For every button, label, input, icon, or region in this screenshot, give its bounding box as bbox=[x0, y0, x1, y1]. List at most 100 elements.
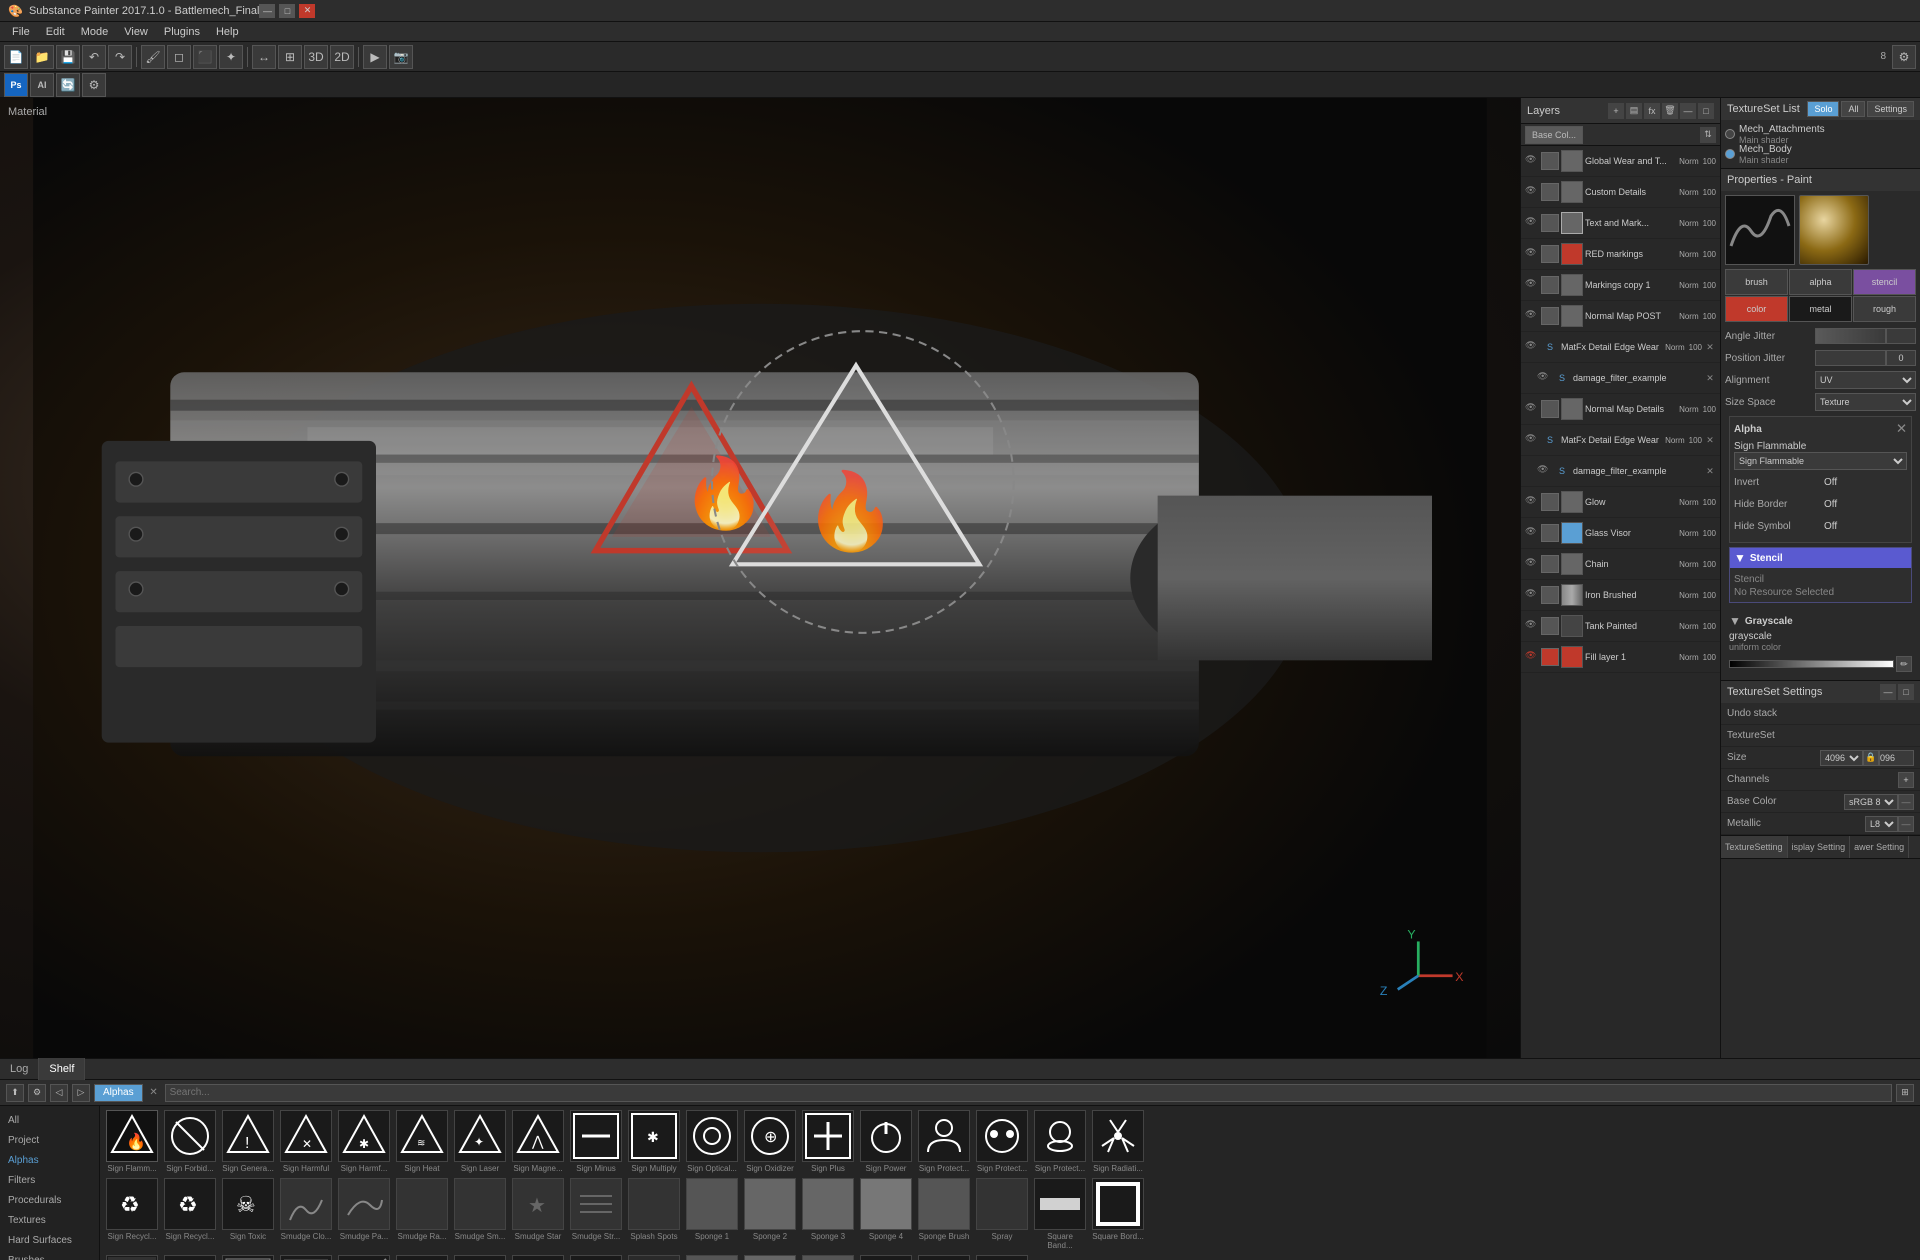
filter-base-col[interactable]: Base Col... bbox=[1525, 126, 1583, 144]
layer-eye[interactable]: 👁 bbox=[1525, 185, 1539, 199]
channel-color-btn[interactable]: color bbox=[1725, 296, 1788, 322]
shelf-item-sign-recycl1[interactable]: ♻ Sign Recycl... bbox=[104, 1178, 160, 1251]
layer-eye[interactable]: 👁 bbox=[1525, 247, 1539, 261]
channel-brush-btn[interactable]: brush bbox=[1725, 269, 1788, 295]
layer-eye[interactable]: 👁 bbox=[1525, 216, 1539, 230]
prop-alignment-dropdown[interactable]: UV bbox=[1815, 371, 1916, 389]
tb-3d[interactable]: 3D bbox=[304, 45, 328, 69]
shelf-item-sign-multiply[interactable]: ✱ Sign Multiply bbox=[626, 1110, 682, 1174]
tb-transform[interactable]: ↔ bbox=[252, 45, 276, 69]
textureset-mech-attachments[interactable]: Mech_Attachments Main shader bbox=[1725, 124, 1916, 144]
shelf-item-square-bord[interactable]: Square Bord... bbox=[1090, 1178, 1146, 1251]
tb-camera[interactable]: 📷 bbox=[389, 45, 413, 69]
shelf-item-sign-toxic[interactable]: ☠ Sign Toxic bbox=[220, 1178, 276, 1251]
layer-text-mark[interactable]: 👁 Text and Mark... Norm 100 bbox=[1521, 208, 1720, 239]
ts-solo-btn[interactable]: Solo bbox=[1807, 101, 1839, 117]
tb-fill[interactable]: ⬛ bbox=[193, 45, 217, 69]
ts-lock-btn[interactable]: 🔒 bbox=[1863, 750, 1879, 766]
layer-damage-filter[interactable]: 👁 S damage_filter_example ✕ bbox=[1521, 363, 1720, 394]
layer-matfx-edge2[interactable]: 👁 S MatFx Detail Edge Wear Norm 100 ✕ bbox=[1521, 425, 1720, 456]
shelf-cat-all[interactable]: All bbox=[0, 1110, 99, 1130]
layer-fill-1[interactable]: 👁 Fill layer 1 Norm 100 bbox=[1521, 642, 1720, 673]
shelf-item-star1[interactable]: ☆ bbox=[858, 1255, 914, 1260]
shelf-item-pattern6[interactable] bbox=[394, 1255, 450, 1260]
layer-del[interactable]: ✕ bbox=[1704, 465, 1716, 477]
tb-paint[interactable]: 🖌 bbox=[141, 45, 165, 69]
tb-new[interactable]: 📄 bbox=[4, 45, 28, 69]
shelf-item-pattern3[interactable] bbox=[220, 1255, 276, 1260]
shelf-item-pattern9[interactable] bbox=[568, 1255, 624, 1260]
shelf-item-square-band[interactable]: Square Band... bbox=[1032, 1178, 1088, 1251]
tb2-ps[interactable]: Ps bbox=[4, 73, 28, 97]
filter-sort-btn[interactable]: ⇅ bbox=[1700, 127, 1716, 143]
layer-normal-post[interactable]: 👁 Normal Map POST Norm 100 bbox=[1521, 301, 1720, 332]
shelf-item-sign-flamm[interactable]: 🔥 Sign Flamm... bbox=[104, 1110, 160, 1174]
ts-base-color-del-btn[interactable]: — bbox=[1898, 794, 1914, 810]
shelf-item-star2[interactable]: ✦ bbox=[916, 1255, 972, 1260]
shelf-tab-log[interactable]: Log bbox=[0, 1058, 39, 1080]
layer-normal-details[interactable]: 👁 Normal Map Details Norm 100 bbox=[1521, 394, 1720, 425]
tb-open[interactable]: 📁 bbox=[30, 45, 54, 69]
textureset-header[interactable]: TextureSet List Solo All Settings bbox=[1721, 98, 1920, 120]
ts-settings-max-btn[interactable]: □ bbox=[1898, 684, 1914, 700]
shelf-item-sign-heat[interactable]: ≋ Sign Heat bbox=[394, 1110, 450, 1174]
shelf-item-pattern2[interactable] bbox=[162, 1255, 218, 1260]
menu-file[interactable]: File bbox=[4, 22, 38, 42]
viewport[interactable]: 🔥 🔥 bbox=[0, 98, 1520, 1058]
shelf-cat-textures[interactable]: Textures bbox=[0, 1210, 99, 1230]
layers-max-btn[interactable]: □ bbox=[1698, 103, 1714, 119]
menu-view[interactable]: View bbox=[116, 22, 156, 42]
shelf-item-sign-power[interactable]: Sign Power bbox=[858, 1110, 914, 1174]
textureset-mech-body[interactable]: Mech_Body Main shader bbox=[1725, 144, 1916, 164]
shelf-tab-shelf[interactable]: Shelf bbox=[39, 1058, 85, 1080]
layers-fx-btn[interactable]: fx bbox=[1644, 103, 1660, 119]
maximize-button[interactable]: □ bbox=[279, 4, 295, 18]
alpha-dropdown[interactable]: Sign Flammable bbox=[1734, 452, 1907, 470]
shelf-item-sign-protect1[interactable]: Sign Protect... bbox=[916, 1110, 972, 1174]
shelf-item-sign-harmf[interactable]: ✱ Sign Harmf... bbox=[336, 1110, 392, 1174]
shelf-item-pattern12[interactable] bbox=[742, 1255, 798, 1260]
ts-settings-btn[interactable]: Settings bbox=[1867, 101, 1914, 117]
shelf-import-btn[interactable]: ⬆ bbox=[6, 1084, 24, 1102]
ts-channels-add-btn[interactable]: + bbox=[1898, 772, 1914, 788]
tb2-sync[interactable]: 🔄 bbox=[56, 73, 80, 97]
tb-undo[interactable]: ↶ bbox=[82, 45, 106, 69]
layers-group-btn[interactable]: ▤ bbox=[1626, 103, 1642, 119]
tb-crop[interactable]: ⊞ bbox=[278, 45, 302, 69]
shelf-search-input[interactable] bbox=[165, 1084, 1892, 1102]
channel-rough-btn[interactable]: rough bbox=[1853, 296, 1916, 322]
tb-2d[interactable]: 2D bbox=[330, 45, 354, 69]
shelf-item-pattern8[interactable] bbox=[510, 1255, 566, 1260]
grayscale-edit-btn[interactable]: ✏ bbox=[1896, 656, 1912, 672]
shelf-item-sign-laser[interactable]: ✦ Sign Laser bbox=[452, 1110, 508, 1174]
ts-metallic-del-btn[interactable]: — bbox=[1898, 816, 1914, 832]
layers-add-btn[interactable]: + bbox=[1608, 103, 1624, 119]
prop-slider[interactable] bbox=[1815, 328, 1886, 344]
shelf-item-pattern11[interactable] bbox=[684, 1255, 740, 1260]
shelf-item-sign-harmful[interactable]: ✕ Sign Harmful bbox=[278, 1110, 334, 1174]
layer-eye[interactable]: 👁 bbox=[1525, 402, 1539, 416]
shelf-item-smudge-pa[interactable]: Smudge Pa... bbox=[336, 1178, 392, 1251]
ts-base-color-dropdown[interactable]: sRGB 8 bbox=[1844, 794, 1898, 810]
menu-help[interactable]: Help bbox=[208, 22, 247, 42]
properties-header[interactable]: Properties - Paint bbox=[1721, 169, 1920, 191]
shelf-item-sign-recycl2[interactable]: ♻ Sign Recycl... bbox=[162, 1178, 218, 1251]
layer-eye[interactable]: 👁 bbox=[1525, 650, 1539, 664]
shelf-settings-btn[interactable]: ⚙ bbox=[28, 1084, 46, 1102]
layer-glow[interactable]: 👁 Glow Norm 100 bbox=[1521, 487, 1720, 518]
layer-del[interactable]: ✕ bbox=[1704, 434, 1716, 446]
shelf-cat-brushes[interactable]: Brushes bbox=[0, 1250, 99, 1260]
layer-red-markings[interactable]: 👁 RED markings Norm 100 bbox=[1521, 239, 1720, 270]
shelf-item-sign-magne[interactable]: ⋀ Sign Magne... bbox=[510, 1110, 566, 1174]
layer-global-wear[interactable]: 👁 Global Wear and T... Norm 100 bbox=[1521, 146, 1720, 177]
layer-eye[interactable]: 👁 bbox=[1537, 371, 1551, 385]
ts-all-btn[interactable]: All bbox=[1841, 101, 1865, 117]
layer-eye[interactable]: 👁 bbox=[1525, 154, 1539, 168]
shelf-item-pattern10[interactable] bbox=[626, 1255, 682, 1260]
close-button[interactable]: ✕ bbox=[299, 4, 315, 18]
shelf-cat-project[interactable]: Project bbox=[0, 1130, 99, 1150]
shelf-item-smudge-ra[interactable]: Smudge Ra... bbox=[394, 1178, 450, 1251]
layer-matfx-edge[interactable]: 👁 S MatFx Detail Edge Wear Norm 100 ✕ bbox=[1521, 332, 1720, 363]
shelf-item-sponge2[interactable]: Sponge 2 bbox=[742, 1178, 798, 1251]
shelf-item-sign-protect3[interactable]: Sign Protect... bbox=[1032, 1110, 1088, 1174]
